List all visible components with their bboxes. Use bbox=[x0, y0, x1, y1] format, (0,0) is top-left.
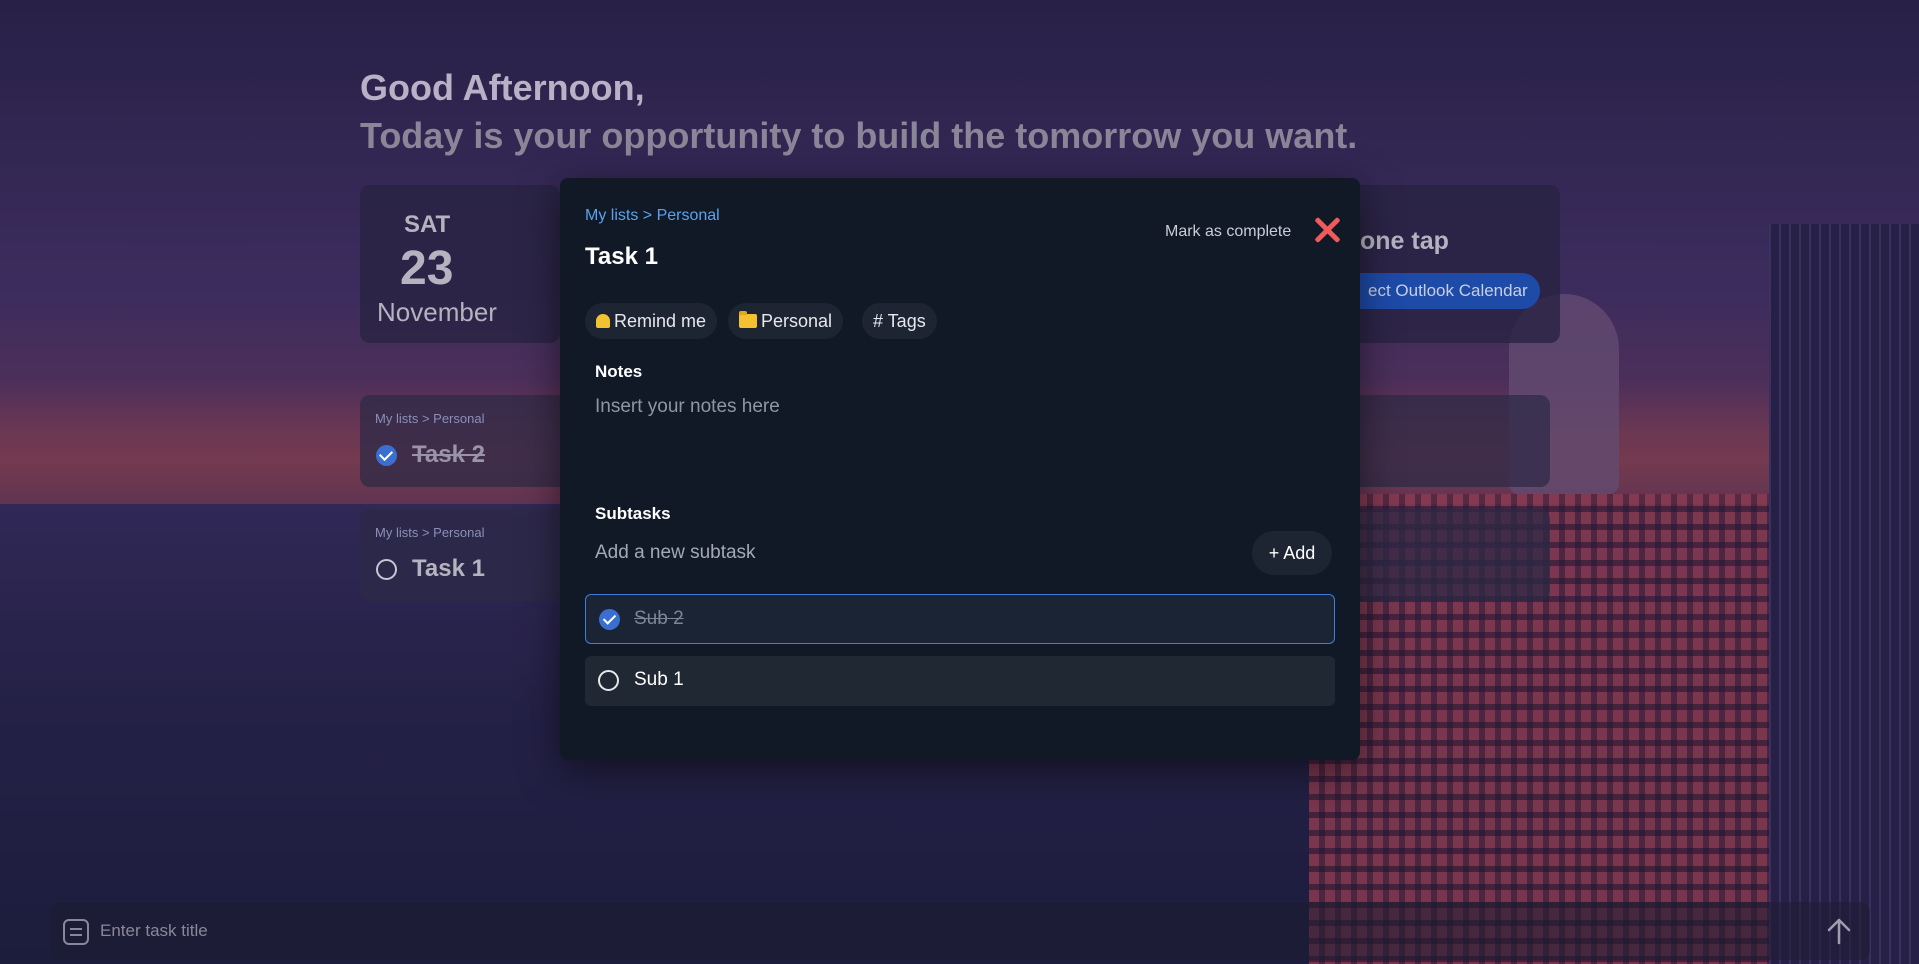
new-task-bar bbox=[50, 902, 1870, 960]
task-title-input[interactable] bbox=[100, 916, 1800, 946]
subtask-title[interactable]: Sub 2 bbox=[634, 608, 684, 630]
task-title[interactable]: Task 2 bbox=[412, 441, 485, 469]
task-checkbox[interactable] bbox=[376, 559, 397, 580]
folder-icon bbox=[739, 311, 757, 328]
remind-me-label: Remind me bbox=[614, 311, 707, 331]
subtask-checkbox-checked[interactable] bbox=[599, 609, 620, 630]
new-subtask-input[interactable] bbox=[595, 538, 1235, 568]
list-icon[interactable] bbox=[63, 919, 89, 945]
greeting: Good Afternoon, Today is your opportunit… bbox=[360, 66, 1357, 162]
list-chip-label: Personal bbox=[761, 311, 833, 331]
modal-breadcrumb[interactable]: My lists > Personal bbox=[585, 207, 720, 225]
subtask-checkbox[interactable] bbox=[598, 670, 619, 691]
task-checkbox-checked[interactable] bbox=[376, 445, 397, 466]
subtask-row[interactable]: Sub 2 bbox=[585, 594, 1335, 644]
tags-chip[interactable]: # Tags bbox=[862, 303, 937, 339]
date-card: SAT 23 November bbox=[360, 185, 560, 343]
calendar-card-title: one tap bbox=[1360, 227, 1449, 255]
modal-task-title[interactable]: Task 1 bbox=[585, 243, 658, 271]
task-breadcrumb[interactable]: My lists > Personal bbox=[375, 525, 484, 540]
notes-field[interactable] bbox=[595, 396, 1335, 486]
mark-complete-button[interactable]: Mark as complete bbox=[1165, 223, 1291, 241]
day-of-week: SAT bbox=[404, 211, 451, 238]
subtask-title[interactable]: Sub 1 bbox=[634, 669, 684, 691]
greeting-quote: Today is your opportunity to build the t… bbox=[360, 115, 1358, 156]
day-number: 23 bbox=[400, 242, 454, 295]
bell-icon bbox=[596, 314, 610, 328]
task-title[interactable]: Task 1 bbox=[412, 555, 485, 583]
task-breadcrumb[interactable]: My lists > Personal bbox=[375, 411, 484, 426]
task-detail-modal: My lists > Personal Task 1 Mark as compl… bbox=[560, 178, 1360, 760]
month-name: November bbox=[377, 297, 497, 327]
remind-me-chip[interactable]: Remind me bbox=[585, 303, 718, 339]
list-chip[interactable]: Personal bbox=[728, 303, 844, 339]
subtasks-label: Subtasks bbox=[595, 504, 671, 523]
notes-label: Notes bbox=[595, 362, 643, 381]
tags-chip-label: # Tags bbox=[873, 311, 926, 331]
subtask-row[interactable]: Sub 1 bbox=[585, 656, 1335, 706]
add-subtask-button[interactable]: + Add bbox=[1252, 531, 1332, 575]
greeting-hello: Good Afternoon, bbox=[360, 67, 645, 108]
arrow-up-icon[interactable] bbox=[1824, 916, 1854, 946]
close-icon[interactable] bbox=[1312, 214, 1344, 246]
